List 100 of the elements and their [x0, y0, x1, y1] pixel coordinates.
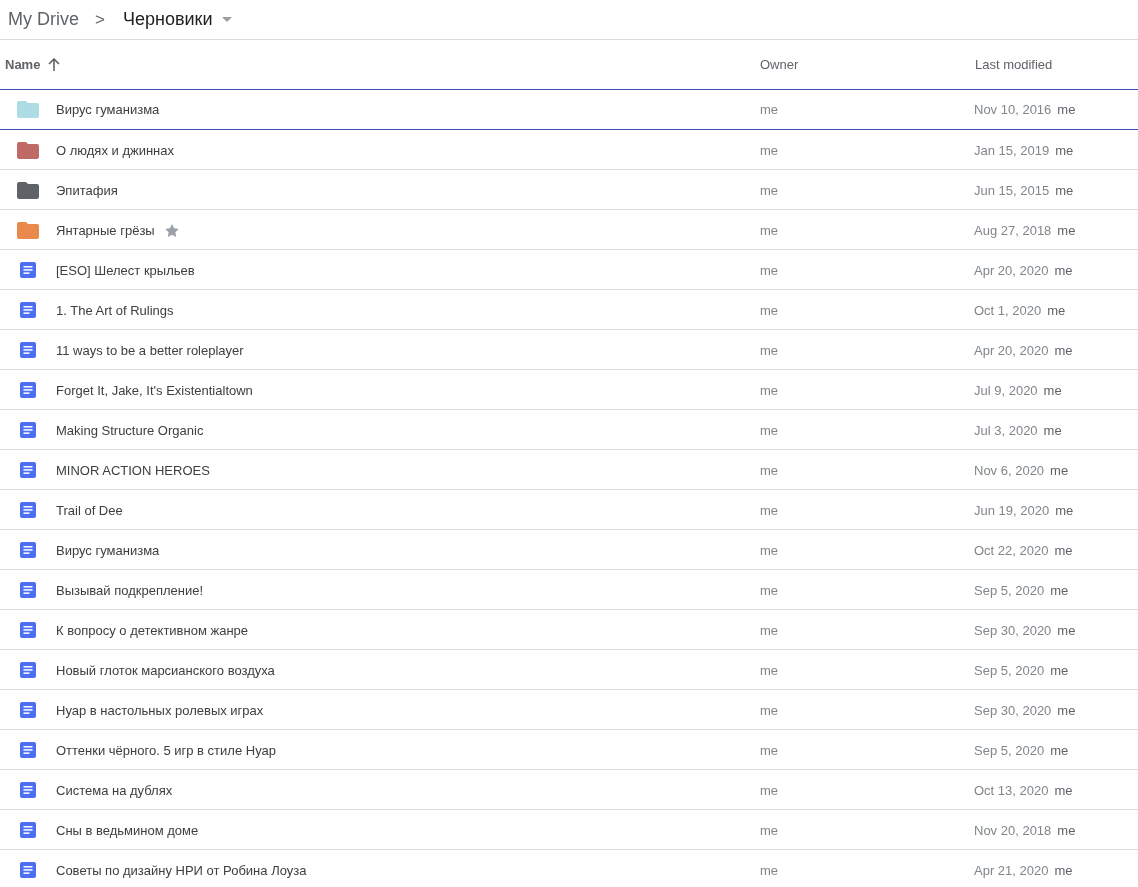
modified-by: me: [1054, 782, 1073, 798]
modified-by: me: [1043, 422, 1062, 438]
file-name[interactable]: [ESO] Шелест крыльев: [56, 262, 195, 278]
modified-date: Sep 5, 2020: [974, 582, 1045, 598]
current-folder-button[interactable]: Черновики: [122, 9, 233, 30]
modified-date: Nov 6, 2020: [974, 462, 1045, 478]
document-icon: [20, 742, 36, 758]
modified-by: me: [1055, 182, 1074, 198]
owner-text: me: [760, 262, 779, 278]
document-icon: [20, 622, 36, 638]
column-header[interactable]: Owner: [760, 57, 799, 72]
modified-date: Sep 5, 2020: [974, 742, 1045, 758]
owner-text: me: [760, 462, 779, 478]
selected-row[interactable]: Вирус гуманизма me Nov 10, 2016 me: [0, 89, 1138, 130]
modified-date: Jul 3, 2020: [974, 422, 1038, 438]
file-name[interactable]: Янтарные грёзы: [56, 222, 155, 238]
owner-text: me: [760, 182, 779, 198]
file-name[interactable]: Вирус гуманизма: [56, 542, 160, 558]
caret-icon: [222, 17, 233, 22]
file-name[interactable]: Making Structure Organic: [56, 422, 204, 438]
owner-text: me: [760, 582, 779, 598]
modified-by: me: [1057, 222, 1076, 238]
modified-by: me: [1054, 862, 1073, 878]
modified-date: Apr 20, 2020: [974, 262, 1049, 278]
modified-date: Sep 30, 2020: [974, 622, 1052, 638]
modified-by: me: [1050, 582, 1069, 598]
file-name[interactable]: Новый глоток марсианского воздуха: [56, 662, 275, 678]
owner-text: me: [760, 222, 779, 238]
document-icon: [20, 702, 36, 718]
document-icon: [20, 782, 36, 798]
file-name[interactable]: Оттенки чёрного. 5 игр в стиле Нуар: [56, 742, 276, 758]
document-icon: [20, 662, 36, 678]
owner-text: me: [760, 102, 779, 117]
modified-by: me: [1050, 662, 1069, 678]
owner-text: me: [760, 382, 779, 398]
file-name[interactable]: К вопросу о детективном жанре: [56, 622, 249, 638]
modified-date: Nov 20, 2018: [974, 822, 1052, 838]
owner-text: me: [760, 142, 779, 158]
modified-date: Apr 21, 2020: [974, 862, 1049, 878]
modified-by: me: [1055, 502, 1074, 518]
modified-by: me: [1055, 142, 1074, 158]
breadcrumb-separator: >: [95, 9, 105, 30]
document-icon: [20, 382, 36, 398]
modified-date: Sep 5, 2020: [974, 662, 1045, 678]
column-header[interactable]: Name: [5, 57, 61, 72]
document-icon: [20, 262, 36, 278]
owner-text: me: [760, 702, 779, 718]
document-icon: [20, 582, 36, 598]
owner-text: me: [760, 342, 779, 358]
modified-by: me: [1050, 742, 1069, 758]
modified-date: Apr 20, 2020: [974, 342, 1049, 358]
modified-by: me: [1054, 542, 1073, 558]
document-icon: [20, 822, 36, 838]
document-icon: [20, 502, 36, 518]
modified-date: Jul 9, 2020: [974, 382, 1038, 398]
modified-date: Oct 22, 2020: [974, 542, 1049, 558]
owner-text: me: [760, 822, 779, 838]
modified-by: me: [1054, 262, 1073, 278]
document-icon: [20, 862, 36, 878]
owner-text: me: [760, 502, 779, 518]
modified-by: me: [1054, 342, 1073, 358]
modified-by: me: [1050, 462, 1069, 478]
file-name[interactable]: Эпитафия: [56, 182, 118, 198]
owner-text: me: [760, 662, 779, 678]
file-name[interactable]: Forget It, Jake, It's Existentialtown: [56, 382, 253, 398]
modified-date: Jun 15, 2015: [974, 182, 1050, 198]
file-name[interactable]: Вызывай подкрепление!: [56, 582, 204, 598]
document-icon: [20, 542, 36, 558]
modified-date: Nov 10, 2016: [974, 102, 1052, 117]
owner-text: me: [760, 742, 779, 758]
file-name[interactable]: Trail of Dee: [56, 502, 123, 518]
document-icon: [20, 422, 36, 438]
file-name[interactable]: 11 ways to be a better roleplayer: [56, 342, 244, 358]
file-name[interactable]: MINOR ACTION HEROES: [56, 462, 210, 478]
modified-by: me: [1057, 822, 1076, 838]
file-name[interactable]: 1. The Art of Rulings: [56, 302, 174, 318]
breadcrumb-root[interactable]: My Drive: [8, 9, 79, 30]
owner-text: me: [760, 862, 779, 878]
modified-by: me: [1047, 302, 1066, 318]
owner-text: me: [760, 422, 779, 438]
column-header[interactable]: Last modified: [975, 57, 1053, 72]
modified-date: Sep 30, 2020: [974, 702, 1052, 718]
owner-text: me: [760, 622, 779, 638]
document-icon: [20, 302, 36, 318]
document-icon: [20, 462, 36, 478]
file-name[interactable]: Вирус гуманизма: [56, 102, 160, 117]
document-icon: [20, 342, 36, 358]
file-name[interactable]: О людях и джиннах: [56, 142, 174, 158]
sort-arrow-icon: [48, 58, 61, 71]
modified-date: Jan 15, 2019: [974, 142, 1050, 158]
modified-by: me: [1057, 702, 1076, 718]
owner-text: me: [760, 782, 779, 798]
modified-by: me: [1043, 382, 1062, 398]
file-name[interactable]: Сны в ведьмином доме: [56, 822, 199, 838]
file-name[interactable]: Советы по дизайну НРИ от Робина Лоуза: [56, 862, 307, 878]
file-name[interactable]: Система на дублях: [56, 782, 173, 798]
file-name[interactable]: Нуар в настольных ролевых играх: [56, 702, 264, 718]
modified-date: Jun 19, 2020: [974, 502, 1050, 518]
modified-date: Aug 27, 2018: [974, 222, 1052, 238]
modified-by: me: [1057, 102, 1076, 117]
